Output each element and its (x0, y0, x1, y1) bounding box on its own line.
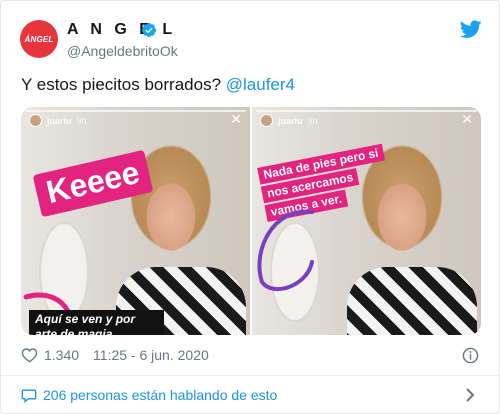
like-count[interactable]: 1.340 (44, 347, 79, 363)
speech-bubble-icon (21, 389, 37, 403)
story-avatar (260, 114, 273, 127)
story-time: 9h (76, 115, 87, 126)
keeee-sticker: Keeee (32, 149, 154, 218)
story-user: juariu 9h (260, 114, 318, 127)
photo-right[interactable]: juariu 9h ✕ Nada de pies pero si nos ace… (252, 107, 481, 335)
mention-link[interactable]: @laufer4 (226, 75, 295, 94)
avatar[interactable]: ÁNGEL (20, 20, 58, 58)
story-avatar (29, 114, 42, 127)
divider (1, 375, 499, 376)
tweet-text: Y estos piecitos borrados? @laufer4 (21, 75, 295, 95)
dress-shape (347, 267, 477, 335)
author-name[interactable]: A N G E L (67, 21, 176, 39)
story-progress-bar (256, 110, 477, 112)
info-icon[interactable] (462, 347, 479, 364)
verified-icon (141, 23, 156, 37)
chevron-right-icon[interactable] (465, 388, 475, 402)
story-username: juariu (278, 115, 303, 126)
photo-left[interactable]: juariu 9h ✕ Keeee Aquí se ven y por arte… (21, 107, 250, 335)
story-time: 9h (307, 115, 318, 126)
tweet-body: Y estos piecitos borrados? (21, 75, 226, 94)
story-user: juariu 9h (29, 114, 87, 127)
close-icon: ✕ (461, 111, 473, 127)
tweet-meta: 1.340 11:25 - 6 jun. 2020 (21, 347, 209, 363)
conversation-label: 206 personas están hablando de esto (43, 387, 278, 403)
story-caption: Aquí se ven y por arte de magia (29, 310, 164, 335)
close-icon: ✕ (230, 111, 242, 127)
twitter-bird-icon[interactable] (460, 20, 482, 39)
avatar-text: ÁNGEL (24, 34, 54, 44)
author-handle[interactable]: @AngeldebritoOk (67, 43, 178, 59)
story-username: juariu (47, 115, 72, 126)
timestamp[interactable]: 11:25 - 6 jun. 2020 (93, 347, 209, 363)
tweet-card: ÁNGEL A N G E L @AngeldebritoOk Y estos … (0, 0, 500, 414)
media-grid: juariu 9h ✕ Keeee Aquí se ven y por arte… (21, 107, 481, 335)
scribble-mark (257, 209, 314, 292)
conversation-link[interactable]: 206 personas están hablando de esto (21, 387, 277, 403)
story-progress-bar (25, 110, 246, 112)
heart-icon[interactable] (21, 347, 38, 363)
